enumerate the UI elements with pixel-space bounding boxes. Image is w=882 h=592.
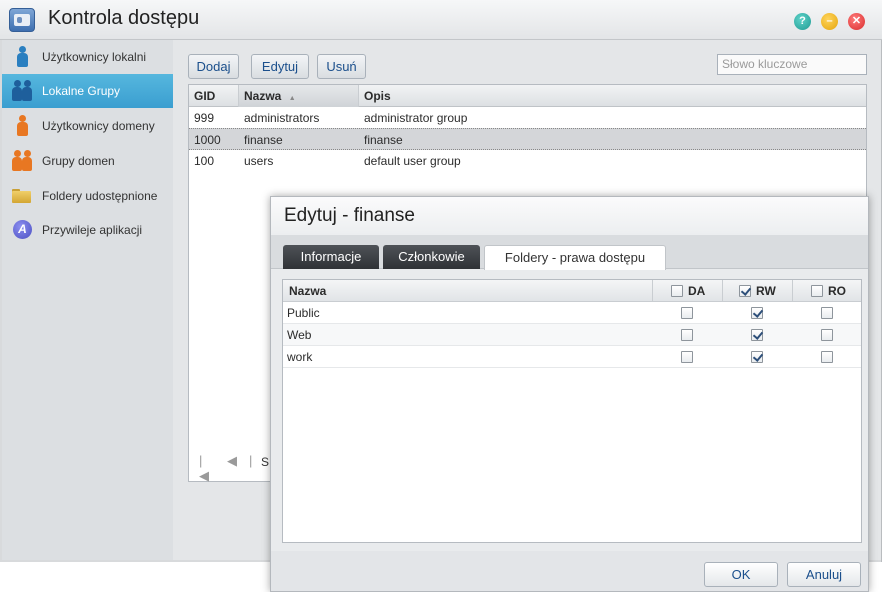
search-input[interactable]: Słowo kluczowe [717,54,867,75]
rw-checkbox[interactable] [751,307,763,319]
minimize-icon[interactable]: – [821,13,838,30]
column-header-label: Nazwa [244,89,282,103]
cell-desc: default user group [364,154,461,168]
folder-name: work [287,350,313,364]
help-icon[interactable]: ? [794,13,811,30]
shared-folder-icon [12,187,32,209]
da-checkbox[interactable] [681,351,693,363]
pager-divider: | [249,453,253,468]
cancel-button[interactable]: Anuluj [787,562,861,587]
app-icon [9,8,35,32]
dialog-tabs: Informacje Członkowie Foldery - prawa do… [271,235,868,270]
add-button[interactable]: Dodaj [188,54,239,79]
column-header-label: RO [828,284,846,298]
cell-name: administrators [244,111,320,125]
column-header-ro: RO [793,280,861,302]
table-row-selected[interactable]: 1000 finanse finanse [189,128,866,150]
column-header-label: RW [756,284,776,298]
ok-button[interactable]: OK [704,562,778,587]
dialog-title-bar: Edytuj - finanse [271,197,868,235]
column-header-name: Nazwa [283,280,653,302]
window-title: Kontrola dostępu [48,7,200,29]
user-icon [12,46,32,68]
column-header-da: DA [653,280,723,302]
domain-group-icon [12,150,32,172]
sidebar-item-label: Grupy domen [42,154,115,168]
permissions-table: Nazwa DA RW RO Public Web work [282,279,862,543]
permission-row: Public [283,302,861,324]
ro-all-checkbox[interactable] [811,285,823,297]
table-row[interactable]: 100 users default user group [189,150,866,172]
cell-gid: 1000 [194,133,221,147]
cell-name: users [244,154,274,168]
dialog-footer: OK Anuluj [271,551,868,591]
column-header-rw: RW [723,280,793,302]
sidebar-item-label: Lokalne Grupy [42,84,121,98]
sidebar-item-label: Przywileje aplikacji [42,223,143,237]
cell-desc: administrator group [364,111,468,125]
domain-user-icon [12,115,32,137]
da-checkbox[interactable] [681,307,693,319]
close-icon[interactable]: ✕ [848,13,865,30]
first-page-icon[interactable]: |◀ [199,453,209,484]
sidebar-item-label: Użytkownicy lokalni [42,50,147,64]
sidebar-item-label: Foldery udostępnione [42,189,158,203]
cell-gid: 100 [194,154,215,168]
da-checkbox[interactable] [681,329,693,341]
cell-name: finanse [244,133,283,147]
sidebar-item-app-privileges[interactable]: A Przywileje aplikacji [2,213,173,247]
rw-all-checkbox[interactable] [739,285,751,297]
permission-row: work [283,346,861,368]
tab-information[interactable]: Informacje [283,245,379,269]
tab-members[interactable]: Członkowie [383,245,480,269]
sidebar: Użytkownicy lokalni Lokalne Grupy Użytko… [2,40,173,560]
rw-checkbox[interactable] [751,329,763,341]
folder-name: Public [287,306,320,320]
dialog-title: Edytuj - finanse [284,205,415,226]
sidebar-item-domain-users[interactable]: Użytkownicy domeny [2,109,173,143]
sidebar-item-label: Użytkownicy domeny [42,119,155,133]
sidebar-item-domain-groups[interactable]: Grupy domen [2,144,173,178]
title-bar: Kontrola dostępu ? – ✕ [0,0,882,40]
table-header: GID Nazwa ▲ Opis [189,85,866,107]
tab-folder-permissions[interactable]: Foldery - prawa dostępu [484,245,666,270]
pager-label: S [261,455,270,469]
folder-name: Web [287,328,312,342]
ro-checkbox[interactable] [821,307,833,319]
delete-button[interactable]: Usuń [317,54,366,79]
group-icon [12,80,32,102]
rw-checkbox[interactable] [751,351,763,363]
table-row[interactable]: 999 administrators administrator group [189,107,866,129]
column-header-label: DA [688,284,706,298]
ro-checkbox[interactable] [821,329,833,341]
column-header-desc[interactable]: Opis [359,85,866,107]
column-header-gid[interactable]: GID [189,85,239,107]
edit-button[interactable]: Edytuj [251,54,309,79]
edit-group-dialog: Edytuj - finanse Informacje Członkowie F… [270,196,869,592]
permission-row: Web [283,324,861,346]
column-header-name[interactable]: Nazwa ▲ [239,85,359,107]
prev-page-icon[interactable]: ◀ [227,453,237,469]
sidebar-item-local-groups[interactable]: Lokalne Grupy [2,74,173,108]
app-privilege-icon: A [12,219,32,241]
sort-asc-icon: ▲ [288,95,296,102]
permissions-header: Nazwa DA RW RO [283,280,861,302]
ro-checkbox[interactable] [821,351,833,363]
sidebar-item-shared-folders[interactable]: Foldery udostępnione [2,179,173,213]
da-all-checkbox[interactable] [671,285,683,297]
sidebar-item-local-users[interactable]: Użytkownicy lokalni [2,40,173,74]
cell-desc: finanse [364,133,403,147]
cell-gid: 999 [194,111,215,125]
